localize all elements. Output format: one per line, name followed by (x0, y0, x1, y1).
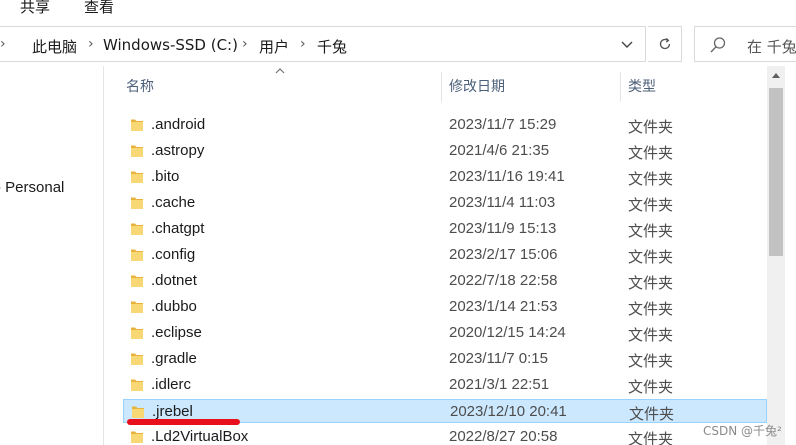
refresh-icon (659, 37, 670, 50)
search-placeholder: 在 千兔 (747, 38, 796, 56)
file-type: 文件夹 (628, 300, 674, 318)
file-name: .chatgpt (151, 220, 205, 237)
folder-icon (131, 301, 143, 313)
file-modified-date: 2021/4/6 21:35 (449, 142, 550, 159)
file-row[interactable]: .gradle 2023/11/7 0:15 文件夹 (123, 347, 767, 371)
file-modified-date: 2020/12/15 14:24 (449, 324, 566, 341)
file-modified-date: 2023/11/16 19:41 (449, 168, 565, 185)
folder-icon (131, 171, 143, 183)
file-name: .config (151, 246, 196, 263)
file-row[interactable]: .android 2023/11/7 15:29 文件夹 (123, 113, 767, 137)
file-modified-date: 2023/12/10 20:41 (450, 403, 567, 420)
file-name: .android (151, 116, 206, 133)
file-name: .Ld2VirtualBox (151, 428, 249, 445)
file-row[interactable]: .idlerc 2021/3/1 22:51 文件夹 (123, 373, 767, 397)
column-header-name[interactable]: 名称 (126, 66, 154, 106)
file-modified-date: 2023/11/9 15:13 (449, 220, 557, 237)
folder-icon (131, 379, 143, 391)
column-header-date[interactable]: 修改日期 (449, 66, 505, 106)
file-name: .cache (151, 194, 196, 211)
column-divider[interactable] (441, 72, 442, 102)
file-type: 文件夹 (628, 326, 674, 344)
breadcrumb-current-folder[interactable]: 千兔 (317, 36, 347, 57)
refresh-button[interactable] (648, 26, 682, 62)
file-modified-date: 2022/8/27 20:58 (449, 428, 558, 445)
file-type: 文件夹 (629, 405, 675, 423)
red-underline-annotation (127, 419, 240, 425)
nav-item-personal[interactable]: - Personal (0, 179, 64, 196)
file-name: .jrebel (152, 403, 193, 420)
breadcrumb-this-pc[interactable]: 此电脑 (32, 36, 77, 57)
address-row: › 此电脑 › Windows-SSD (C:) › 用户 › 千兔 在 千兔 (0, 24, 796, 66)
file-type: 文件夹 (628, 248, 674, 266)
column-header-type[interactable]: 类型 (628, 66, 656, 106)
file-row[interactable]: .config 2023/2/17 15:06 文件夹 (123, 243, 767, 267)
file-name: .astropy (151, 142, 205, 159)
file-name: .gradle (151, 350, 197, 367)
file-type: 文件夹 (628, 170, 674, 188)
file-name: .dotnet (151, 272, 197, 289)
search-input[interactable]: 在 千兔 (694, 26, 796, 62)
breadcrumb-drive-c[interactable]: Windows-SSD (C:) (103, 36, 238, 54)
file-row[interactable]: .bito 2023/11/16 19:41 文件夹 (123, 165, 767, 189)
file-row[interactable]: .Ld2VirtualBox 2022/8/27 20:58 文件夹 (123, 425, 767, 445)
address-bar[interactable]: › 此电脑 › Windows-SSD (C:) › 用户 › 千兔 (0, 26, 646, 62)
breadcrumb-separator[interactable]: › (0, 36, 6, 52)
watermark: CSDN @千兔² (703, 424, 782, 438)
file-list: 名称 修改日期 类型 .android 2023/11/7 15:29 文件夹 .as… (105, 66, 767, 445)
file-type: 文件夹 (628, 274, 674, 292)
file-modified-date: 2023/2/17 15:06 (449, 246, 558, 263)
file-modified-date: 2023/1/14 21:53 (449, 298, 558, 315)
folder-icon (131, 145, 143, 157)
folder-icon (131, 431, 143, 443)
file-modified-date: 2023/11/4 11:03 (449, 194, 556, 211)
folder-icon (131, 197, 143, 209)
file-type: 文件夹 (628, 222, 674, 240)
vertical-scrollbar[interactable] (767, 66, 785, 445)
scroll-up-icon (772, 72, 780, 78)
folder-icon (132, 406, 144, 418)
file-modified-date: 2021/3/1 22:51 (449, 376, 550, 393)
file-row[interactable]: .dubbo 2023/1/14 21:53 文件夹 (123, 295, 767, 319)
breadcrumb-separator[interactable]: › (242, 36, 248, 52)
file-name: .bito (151, 168, 180, 185)
navigation-pane: - Personal (0, 66, 104, 445)
file-row[interactable]: .dotnet 2022/7/18 22:58 文件夹 (123, 269, 767, 293)
folder-icon (131, 327, 143, 339)
file-type: 文件夹 (628, 430, 674, 445)
file-type: 文件夹 (628, 118, 674, 136)
file-row[interactable]: .chatgpt 2023/11/9 15:13 文件夹 (123, 217, 767, 241)
folder-icon (131, 249, 143, 261)
file-row[interactable]: .cache 2023/11/4 11:03 文件夹 (123, 191, 767, 215)
file-row[interactable]: .eclipse 2020/12/15 14:24 文件夹 (123, 321, 767, 345)
file-type: 文件夹 (628, 196, 674, 214)
sort-up-icon (275, 66, 285, 77)
file-modified-date: 2022/7/18 22:58 (449, 272, 558, 289)
column-divider[interactable] (620, 72, 621, 102)
folder-icon (131, 275, 143, 287)
breadcrumb-separator[interactable]: › (300, 36, 306, 52)
file-type: 文件夹 (628, 352, 674, 370)
file-name: .eclipse (151, 324, 202, 341)
file-type: 文件夹 (628, 144, 674, 162)
scroll-thumb[interactable] (769, 88, 783, 256)
ribbon-tab-strip: 共享 查看 (0, 0, 796, 18)
breadcrumb-separator[interactable]: › (88, 36, 94, 52)
address-history-dropdown[interactable] (616, 35, 638, 55)
breadcrumb-users[interactable]: 用户 (259, 36, 289, 57)
file-name: .idlerc (151, 376, 192, 393)
chevron-down-icon (621, 41, 633, 48)
scroll-up-button[interactable] (767, 66, 785, 84)
file-modified-date: 2023/11/7 0:15 (449, 350, 548, 367)
file-type: 文件夹 (628, 378, 674, 396)
folder-icon (131, 119, 143, 131)
file-name: .dubbo (151, 298, 197, 315)
folder-icon (131, 223, 143, 235)
file-row[interactable]: .astropy 2021/4/6 21:35 文件夹 (123, 139, 767, 163)
ribbon-tab-share[interactable]: 共享 (20, 0, 50, 17)
search-icon (710, 37, 726, 53)
ribbon-tab-view[interactable]: 查看 (84, 0, 114, 17)
folder-icon (131, 353, 143, 365)
file-modified-date: 2023/11/7 15:29 (449, 116, 557, 133)
